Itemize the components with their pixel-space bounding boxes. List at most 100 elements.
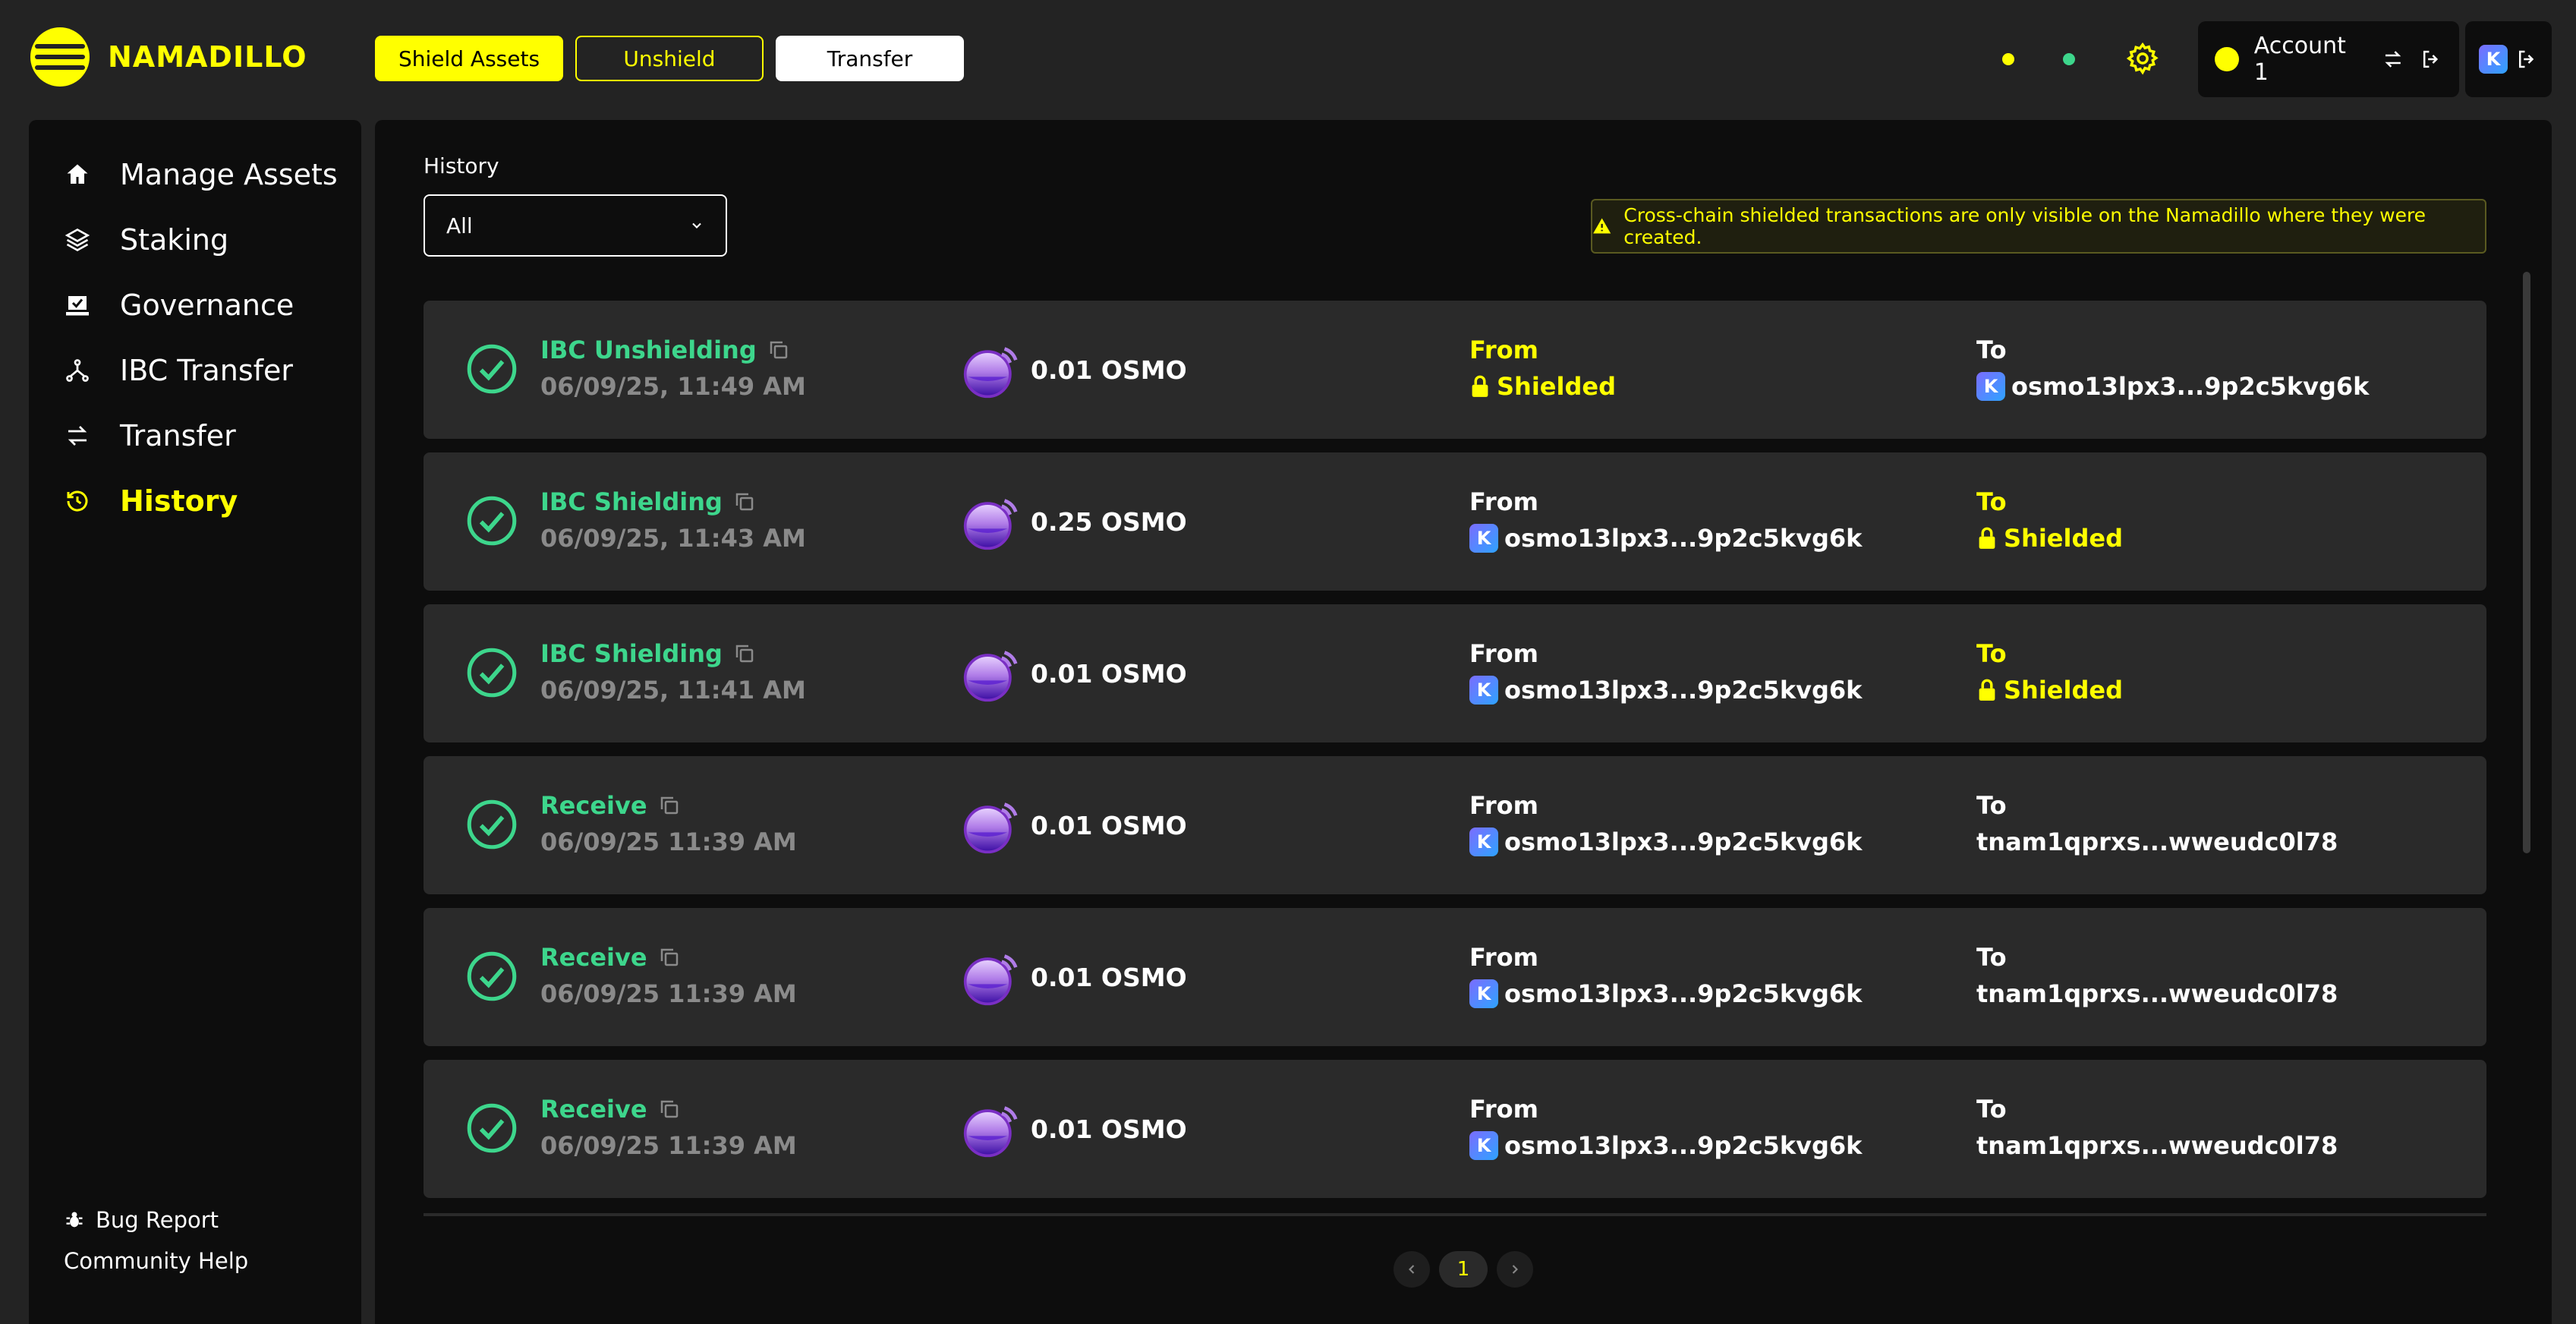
keplr-wallet-icon: K — [1469, 524, 1498, 553]
sync-status-indicator[interactable] — [2002, 53, 2014, 65]
copy-icon[interactable] — [658, 794, 681, 817]
transaction-row[interactable]: IBC Shielding 06/09/25, 11:43 AM 0.25 OSMO… — [424, 452, 2486, 591]
list-scrollbar[interactable] — [2523, 272, 2530, 853]
transaction-type: IBC Unshielding — [540, 336, 790, 364]
history-filter-label: History — [424, 153, 499, 178]
unshield-button[interactable]: Unshield — [575, 36, 764, 81]
transaction-type-label: IBC Shielding — [540, 639, 723, 668]
success-check-icon — [467, 1103, 517, 1153]
to-value: tnam1qprxs...wweudc0l78 — [1976, 979, 2338, 1008]
disconnect-icon[interactable] — [2515, 48, 2538, 71]
from-address: Kosmo13lpx3...9p2c5kvg6k — [1469, 1131, 1862, 1160]
from-address: Kosmo13lpx3...9p2c5kvg6k — [1469, 827, 1862, 856]
copy-icon[interactable] — [658, 1098, 681, 1121]
transaction-row[interactable]: Receive 06/09/25 11:39 AM 0.01 OSMO From Kos… — [424, 1060, 2486, 1198]
sidebar-item-history[interactable]: History — [62, 484, 238, 518]
sidebar-item-transfer[interactable]: Transfer — [62, 419, 236, 452]
from-address: Kosmo13lpx3...9p2c5kvg6k — [1469, 524, 1862, 553]
transfer-button[interactable]: Transfer — [776, 36, 964, 81]
page-number-button[interactable]: 1 — [1439, 1251, 1488, 1288]
to-label: To — [1976, 1095, 2007, 1124]
from-value: osmo13lpx3...9p2c5kvg6k — [1504, 827, 1863, 856]
sidebar-item-governance[interactable]: Governance — [62, 288, 294, 322]
osmo-token-icon — [963, 347, 1018, 399]
transaction-type-label: Receive — [540, 1095, 647, 1124]
keplr-wallet-icon: K — [2479, 45, 2508, 74]
next-page-button[interactable] — [1497, 1251, 1533, 1288]
transaction-row[interactable]: Receive 06/09/25 11:39 AM 0.01 OSMO From Kos… — [424, 756, 2486, 894]
arrows-icon — [62, 421, 93, 451]
layers-icon — [62, 225, 93, 255]
transaction-type: Receive — [540, 791, 681, 820]
copy-icon[interactable] — [658, 946, 681, 969]
success-check-icon — [467, 799, 517, 850]
copy-icon[interactable] — [733, 490, 756, 513]
keplr-wallet-icon: K — [1469, 1131, 1498, 1160]
app-logo[interactable]: NAMADILLO — [30, 27, 307, 87]
cross-chain-notice: Cross-chain shielded transactions are on… — [1591, 199, 2486, 254]
chevron-right-icon — [1512, 1265, 1518, 1274]
to-label: To — [1976, 487, 2007, 516]
sidebar-item-staking[interactable]: Staking — [62, 223, 228, 257]
from-label: From — [1469, 487, 1538, 516]
from-value: osmo13lpx3...9p2c5kvg6k — [1504, 676, 1863, 705]
from-value: osmo13lpx3...9p2c5kvg6k — [1504, 524, 1863, 553]
transaction-type-label: Receive — [540, 791, 647, 820]
history-filter-select[interactable]: All — [424, 194, 727, 257]
logout-icon[interactable] — [2420, 48, 2442, 71]
osmo-token-icon — [963, 1106, 1018, 1158]
previous-page-button[interactable] — [1393, 1251, 1430, 1288]
notice-text: Cross-chain shielded transactions are on… — [1623, 204, 2426, 248]
ballot-icon — [62, 290, 93, 320]
list-divider — [424, 1213, 2486, 1216]
to-address: tnam1qprxs...wweudc0l78 — [1976, 1131, 2338, 1160]
from-label: From — [1469, 1095, 1538, 1124]
shield-assets-button[interactable]: Shield Assets — [375, 36, 563, 81]
transaction-type-label: IBC Shielding — [540, 487, 723, 516]
transaction-type-label: IBC Unshielding — [540, 336, 757, 364]
from-value: osmo13lpx3...9p2c5kvg6k — [1504, 979, 1863, 1008]
extension-connection[interactable]: K — [2465, 21, 2552, 97]
network-status-indicator[interactable] — [2063, 53, 2075, 65]
to-address: Shielded — [1976, 524, 2123, 553]
transaction-type: Receive — [540, 1095, 681, 1124]
switch-account-icon[interactable] — [2382, 48, 2404, 71]
success-check-icon — [467, 648, 517, 698]
transaction-list: IBC Unshielding 06/09/25, 11:49 AM 0.01 OS… — [424, 301, 2486, 1216]
to-label: To — [1976, 791, 2007, 820]
bug-icon — [66, 1212, 83, 1228]
community-help-link[interactable]: Community Help — [64, 1248, 248, 1274]
osmo-token-icon — [963, 499, 1018, 550]
sidebar-item-manage-assets[interactable]: Manage Assets — [62, 158, 338, 191]
lock-icon — [1979, 679, 1995, 701]
armadillo-logo-icon — [30, 27, 90, 87]
filter-selected-value: All — [446, 213, 473, 238]
bug-report-link[interactable]: Bug Report — [64, 1207, 219, 1233]
success-check-icon — [467, 951, 517, 1001]
keplr-wallet-icon: K — [1976, 372, 2005, 401]
network-icon — [62, 355, 93, 386]
from-label: From — [1469, 943, 1538, 972]
copy-icon[interactable] — [767, 339, 790, 361]
chevron-left-icon — [1409, 1265, 1415, 1274]
transaction-amount: 0.01 OSMO — [1031, 659, 1187, 689]
to-value: Shielded — [2004, 676, 2123, 705]
transaction-amount: 0.25 OSMO — [1031, 507, 1187, 537]
copy-icon[interactable] — [733, 642, 756, 665]
account-switcher[interactable]: Account 1 — [2198, 21, 2459, 97]
sidebar-item-ibc-transfer[interactable]: IBC Transfer — [62, 354, 293, 387]
history-icon — [62, 486, 93, 516]
transaction-row[interactable]: IBC Shielding 06/09/25, 11:41 AM 0.01 OSMO… — [424, 604, 2486, 742]
chevron-down-icon — [692, 222, 701, 229]
from-value: osmo13lpx3...9p2c5kvg6k — [1504, 1131, 1863, 1160]
gear-icon[interactable] — [2125, 41, 2160, 76]
transaction-row[interactable]: IBC Unshielding 06/09/25, 11:49 AM 0.01 OS… — [424, 301, 2486, 439]
transaction-amount: 0.01 OSMO — [1031, 811, 1187, 840]
transaction-amount: 0.01 OSMO — [1031, 963, 1187, 992]
success-check-icon — [467, 496, 517, 546]
lock-icon — [1979, 527, 1995, 549]
transaction-row[interactable]: Receive 06/09/25 11:39 AM 0.01 OSMO From Kos… — [424, 908, 2486, 1046]
lock-icon — [1472, 375, 1488, 397]
from-label: From — [1469, 639, 1538, 668]
from-label: From — [1469, 791, 1538, 820]
